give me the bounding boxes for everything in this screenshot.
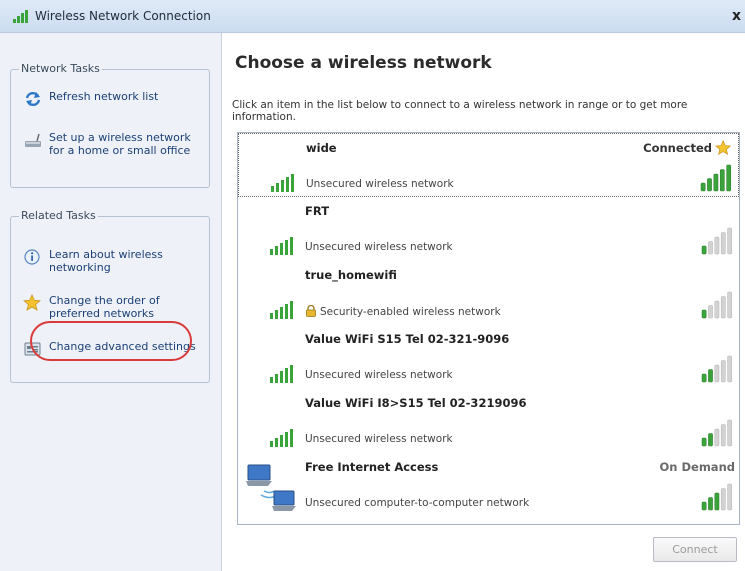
signal-bar bbox=[708, 241, 713, 255]
network-tasks-group: Network Tasks Refresh network list Set u… bbox=[10, 62, 210, 188]
network-list[interactable]: wide Unsecured wireless network Connecte… bbox=[237, 132, 740, 525]
signal-bar bbox=[720, 488, 726, 511]
signal-bar bbox=[700, 182, 706, 192]
network-item-free-internet-access[interactable]: Free Internet Access Unsecured computer-… bbox=[238, 453, 739, 517]
signal-bar bbox=[708, 433, 713, 447]
intro-text: Click an item in the list below to conne… bbox=[232, 99, 688, 123]
signal-strength-icon bbox=[701, 291, 733, 319]
network-item-wide[interactable]: wide Unsecured wireless network Connecte… bbox=[238, 133, 739, 197]
network-description: Unsecured wireless network bbox=[305, 241, 453, 253]
network-item-value-wifi-s15[interactable]: Value WiFi S15 Tel 02-321-9096 Unsecured… bbox=[238, 325, 739, 389]
signal-bar bbox=[714, 492, 720, 511]
task-refresh-network-list[interactable]: Refresh network list bbox=[23, 90, 199, 108]
lock-icon bbox=[306, 305, 316, 317]
network-status: On Demand bbox=[659, 460, 735, 474]
wireless-signal-icon bbox=[270, 301, 293, 319]
signal-bar bbox=[714, 428, 720, 447]
task-label: Change the order of preferred networks bbox=[49, 294, 160, 320]
signal-strength-icon bbox=[701, 355, 733, 383]
page-title: Choose a wireless network bbox=[235, 53, 492, 73]
star-icon bbox=[715, 139, 732, 156]
refresh-icon bbox=[25, 91, 41, 107]
network-description: Unsecured wireless network bbox=[306, 178, 454, 190]
task-change-preferred-order[interactable]: Change the order of preferred networks bbox=[23, 294, 199, 320]
network-item-true-homewifi[interactable]: true_homewifi Security-enabled wireless … bbox=[238, 261, 739, 325]
task-learn-wireless[interactable]: Learn about wireless networking bbox=[23, 248, 199, 274]
highlight-circle bbox=[30, 321, 192, 361]
signal-bar bbox=[713, 173, 719, 192]
main-pane: Choose a wireless network Click an item … bbox=[223, 33, 745, 571]
signal-bar bbox=[708, 497, 713, 511]
network-item-frt[interactable]: FRT Unsecured wireless network bbox=[238, 197, 739, 261]
signal-bar bbox=[727, 291, 733, 319]
signal-bar bbox=[727, 483, 733, 511]
window-title: Wireless Network Connection bbox=[35, 9, 211, 23]
signal-bar bbox=[701, 373, 707, 383]
signal-bar bbox=[708, 305, 713, 319]
wireless-signal-icon bbox=[270, 237, 293, 255]
network-name: true_homewifi bbox=[305, 268, 397, 282]
task-label: Refresh network list bbox=[49, 90, 159, 103]
connect-button[interactable]: Connect bbox=[653, 537, 737, 562]
network-status: Connected bbox=[643, 141, 712, 155]
info-icon bbox=[24, 249, 40, 265]
network-name: FRT bbox=[305, 204, 330, 218]
related-tasks-title: Related Tasks bbox=[19, 209, 98, 222]
close-button[interactable]: x bbox=[732, 8, 741, 24]
network-description: Unsecured wireless network bbox=[305, 369, 453, 381]
signal-strength-icon bbox=[701, 483, 733, 511]
wireless-signal-icon bbox=[271, 174, 294, 192]
wireless-network-icon bbox=[13, 10, 28, 23]
signal-bar bbox=[714, 364, 720, 383]
network-name: Value WiFi S15 Tel 02-321-9096 bbox=[305, 332, 510, 346]
task-setup-wireless-network[interactable]: Set up a wireless network for a home or … bbox=[23, 131, 199, 157]
signal-bar bbox=[708, 369, 713, 383]
signal-bar bbox=[720, 360, 726, 383]
signal-bar bbox=[701, 437, 707, 447]
signal-bar bbox=[701, 245, 707, 255]
signal-bar bbox=[701, 309, 707, 319]
network-name: Value WiFi I8>S15 Tel 02-3219096 bbox=[305, 396, 527, 410]
signal-bar bbox=[720, 296, 726, 319]
signal-bar bbox=[726, 164, 732, 192]
signal-bar bbox=[720, 232, 726, 255]
network-name: wide bbox=[306, 141, 337, 155]
wireless-signal-icon bbox=[270, 429, 293, 447]
network-name: Free Internet Access bbox=[305, 460, 439, 474]
signal-bar bbox=[727, 355, 733, 383]
network-item-value-wifi-i8[interactable]: Value WiFi I8>S15 Tel 02-3219096 Unsecur… bbox=[238, 389, 739, 453]
signal-strength-icon bbox=[701, 227, 733, 255]
signal-strength-icon bbox=[701, 419, 733, 447]
network-description: Unsecured computer-to-computer network bbox=[305, 497, 530, 509]
signal-bar bbox=[714, 300, 720, 319]
signal-bar bbox=[727, 227, 733, 255]
task-pane: Network Tasks Refresh network list Set u… bbox=[0, 33, 222, 571]
ad-hoc-computer-icon bbox=[246, 464, 296, 511]
network-description-row: Security-enabled wireless network bbox=[305, 305, 501, 318]
network-description: Unsecured wireless network bbox=[305, 433, 453, 445]
signal-bar bbox=[719, 169, 725, 192]
task-label: Set up a wireless network for a home or … bbox=[49, 131, 191, 157]
network-description: Security-enabled wireless network bbox=[320, 306, 501, 318]
signal-bar bbox=[701, 501, 707, 511]
star-icon bbox=[23, 294, 41, 311]
signal-bar bbox=[720, 424, 726, 447]
signal-bar bbox=[707, 178, 712, 192]
network-tasks-title: Network Tasks bbox=[19, 62, 102, 75]
signal-bar bbox=[714, 236, 720, 255]
wireless-signal-icon bbox=[270, 365, 293, 383]
wireless-router-icon bbox=[25, 133, 41, 147]
signal-bar bbox=[727, 419, 733, 447]
title-bar: Wireless Network Connection x bbox=[0, 0, 745, 33]
task-label: Learn about wireless networking bbox=[49, 248, 163, 274]
signal-strength-icon bbox=[700, 164, 732, 192]
